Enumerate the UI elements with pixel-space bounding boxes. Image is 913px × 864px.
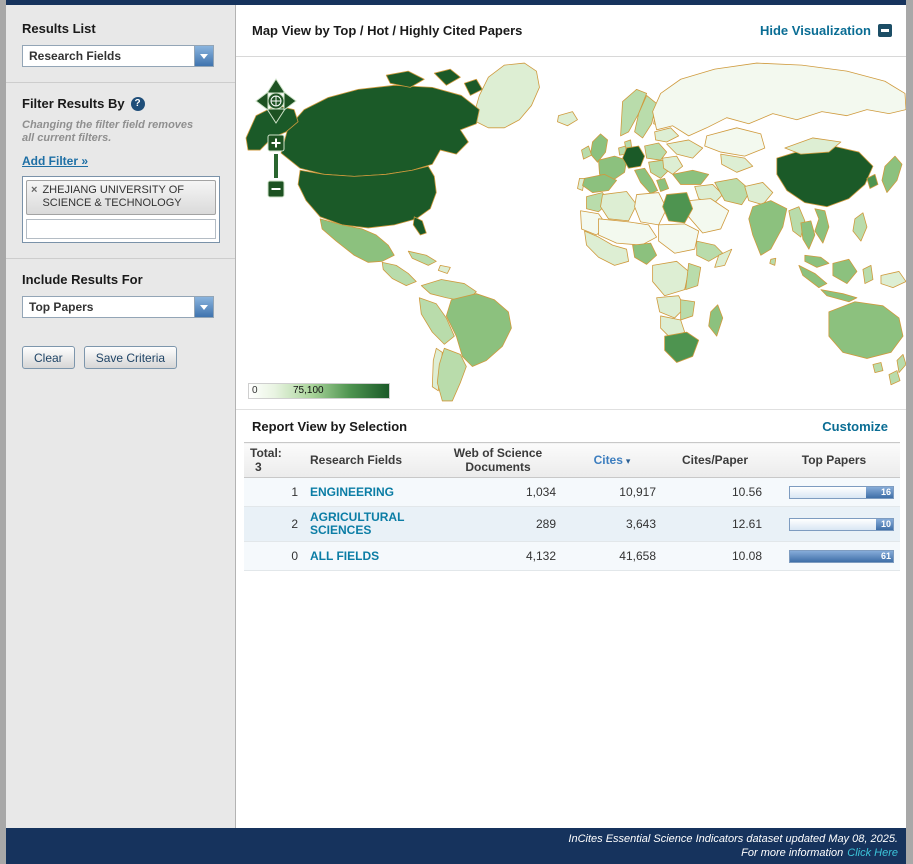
report-table: Total: 3 Research Fields Web of Science … bbox=[244, 442, 900, 571]
chevron-down-icon[interactable] bbox=[194, 46, 213, 66]
field-link[interactable]: ENGINEERING bbox=[310, 486, 394, 499]
report-header: Report View by Selection Customize bbox=[236, 410, 906, 442]
save-criteria-button[interactable]: Save Criteria bbox=[84, 346, 177, 369]
table-header-row: Total: 3 Research Fields Web of Science … bbox=[244, 443, 900, 478]
include-results-value: Top Papers bbox=[23, 300, 194, 314]
cites-per-paper-cell: 12.61 bbox=[662, 507, 768, 542]
sort-desc-icon: ▾ bbox=[626, 456, 631, 466]
filter-box[interactable]: × ZHEJIANG UNIVERSITY OF SCIENCE & TECHN… bbox=[22, 176, 220, 243]
zoom-in-button bbox=[268, 135, 284, 151]
filter-note: Changing the filter field removes all cu… bbox=[22, 119, 204, 145]
app-window: Results List Research Fields Filter Resu… bbox=[6, 5, 906, 828]
footer-dataset-line: InCites Essential Science Indicators dat… bbox=[6, 832, 898, 846]
legend-min-label: 0 bbox=[252, 385, 258, 396]
field-cell: AGRICULTURAL SCIENCES bbox=[304, 507, 434, 542]
field-link[interactable]: AGRICULTURAL SCIENCES bbox=[310, 511, 428, 537]
include-results-dropdown[interactable]: Top Papers bbox=[22, 296, 214, 318]
click-here-link[interactable]: Click Here bbox=[847, 847, 898, 859]
rank-cell: 2 bbox=[244, 507, 304, 542]
chevron-down-icon[interactable] bbox=[194, 297, 213, 317]
footer: InCites Essential Science Indicators dat… bbox=[6, 828, 906, 864]
total-header: Total: 3 bbox=[244, 443, 304, 478]
divider bbox=[6, 82, 235, 83]
filter-tag: × ZHEJIANG UNIVERSITY OF SCIENCE & TECHN… bbox=[26, 180, 216, 215]
map-countries[interactable] bbox=[246, 63, 906, 401]
rank-cell: 1 bbox=[244, 478, 304, 507]
hide-visualization-link[interactable]: Hide Visualization bbox=[760, 23, 892, 38]
cites-cell: 10,917 bbox=[562, 478, 662, 507]
table-row: 2 AGRICULTURAL SCIENCES 289 3,643 12.61 … bbox=[244, 507, 900, 542]
field-cell: ENGINEERING bbox=[304, 478, 434, 507]
top-papers-bar: 10 bbox=[789, 518, 894, 531]
filter-input[interactable] bbox=[26, 219, 216, 239]
legend-max-label: 75,100 bbox=[293, 385, 324, 396]
top-papers-cell: 16 bbox=[768, 478, 900, 507]
zoom-out-button bbox=[268, 181, 284, 197]
add-filter-link[interactable]: Add Filter » bbox=[22, 154, 88, 168]
world-map[interactable] bbox=[236, 57, 906, 409]
map-area: 0 75,100 bbox=[236, 57, 906, 410]
documents-cell: 289 bbox=[434, 507, 562, 542]
clear-button[interactable]: Clear bbox=[22, 346, 75, 369]
remove-filter-icon[interactable]: × bbox=[31, 184, 37, 197]
zoom-slider-track bbox=[274, 154, 278, 178]
help-icon[interactable]: ? bbox=[131, 97, 145, 111]
field-link[interactable]: ALL FIELDS bbox=[310, 550, 379, 563]
rank-cell: 0 bbox=[244, 542, 304, 571]
customize-link[interactable]: Customize bbox=[822, 419, 888, 434]
table-row: 1 ENGINEERING 1,034 10,917 10.56 16 bbox=[244, 478, 900, 507]
divider bbox=[6, 258, 235, 259]
cites-sort-header[interactable]: Cites▾ bbox=[562, 443, 662, 478]
filter-results-heading: Filter Results By bbox=[22, 96, 125, 111]
research-fields-header: Research Fields bbox=[304, 443, 434, 478]
map-header: Map View by Top / Hot / Highly Cited Pap… bbox=[236, 5, 906, 57]
results-list-heading: Results List bbox=[22, 21, 221, 36]
report-view-title: Report View by Selection bbox=[252, 419, 407, 434]
cites-cell: 41,658 bbox=[562, 542, 662, 571]
top-papers-header: Top Papers bbox=[768, 443, 900, 478]
top-papers-cell: 61 bbox=[768, 542, 900, 571]
table-row: 0 ALL FIELDS 4,132 41,658 10.08 61 bbox=[244, 542, 900, 571]
documents-cell: 4,132 bbox=[434, 542, 562, 571]
hide-visualization-label[interactable]: Hide Visualization bbox=[760, 23, 871, 38]
filter-tag-label: ZHEJIANG UNIVERSITY OF SCIENCE & TECHNOL… bbox=[42, 184, 211, 210]
results-list-value: Research Fields bbox=[23, 49, 194, 63]
cites-per-paper-cell: 10.56 bbox=[662, 478, 768, 507]
map-controls[interactable] bbox=[254, 77, 298, 218]
footer-info-line: For more informationClick Here bbox=[6, 846, 898, 860]
top-papers-bar: 61 bbox=[789, 550, 894, 563]
documents-cell: 1,034 bbox=[434, 478, 562, 507]
top-papers-bar: 16 bbox=[789, 486, 894, 499]
map-legend: 0 75,100 bbox=[248, 383, 390, 399]
documents-header: Web of Science Documents bbox=[434, 443, 562, 478]
top-papers-cell: 10 bbox=[768, 507, 900, 542]
cites-per-paper-cell: 10.08 bbox=[662, 542, 768, 571]
cites-per-paper-header: Cites/Paper bbox=[662, 443, 768, 478]
field-cell: ALL FIELDS bbox=[304, 542, 434, 571]
cites-cell: 3,643 bbox=[562, 507, 662, 542]
main-content: Map View by Top / Hot / Highly Cited Pap… bbox=[236, 5, 906, 828]
map-view-title: Map View by Top / Hot / Highly Cited Pap… bbox=[252, 23, 522, 38]
results-list-dropdown[interactable]: Research Fields bbox=[22, 45, 214, 67]
collapse-icon[interactable] bbox=[878, 24, 892, 37]
include-results-heading: Include Results For bbox=[22, 272, 221, 287]
sidebar: Results List Research Fields Filter Resu… bbox=[6, 5, 236, 828]
